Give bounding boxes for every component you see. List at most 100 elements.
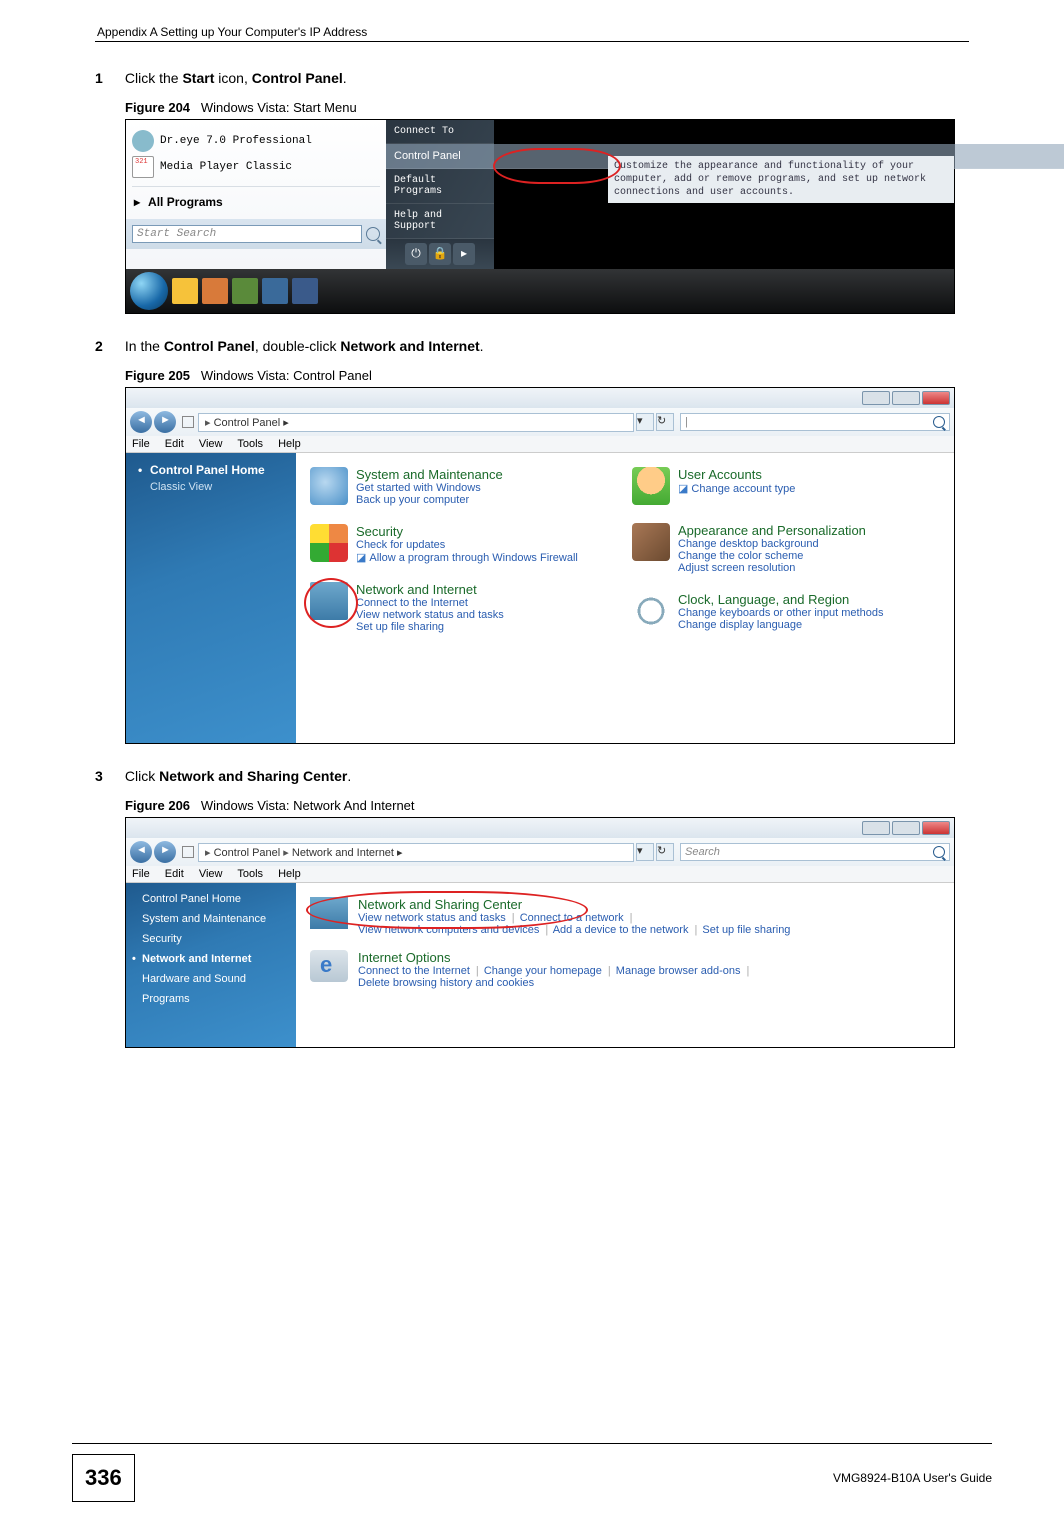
minimize-button[interactable]: [862, 391, 890, 405]
address-dropdown[interactable]: ▾: [636, 843, 654, 861]
menu-file[interactable]: File: [132, 438, 150, 450]
taskbar-icon[interactable]: [172, 278, 198, 304]
sidebar-home[interactable]: Control Panel Home: [142, 893, 284, 905]
menu-tools[interactable]: Tools: [237, 438, 263, 450]
category-title[interactable]: Network and Sharing Center: [358, 897, 792, 912]
task-link[interactable]: Delete browsing history and cookies: [358, 977, 534, 989]
category-network-sharing[interactable]: Network and Sharing Center View network …: [310, 897, 944, 936]
close-button[interactable]: [922, 821, 950, 835]
search-input[interactable]: Search: [680, 843, 950, 861]
task-link[interactable]: Change account type: [678, 482, 795, 495]
crumb[interactable]: Network and Internet: [283, 846, 394, 859]
sidebar-item-system[interactable]: System and Maintenance: [142, 913, 284, 925]
chevron-right-icon[interactable]: ▸: [453, 243, 475, 265]
task-link[interactable]: Add a device to the network: [553, 924, 689, 936]
recent-dropdown[interactable]: [182, 846, 194, 858]
task-link[interactable]: Change desktop background: [678, 538, 866, 550]
sidebar-home[interactable]: Control Panel Home: [138, 463, 284, 477]
task-link[interactable]: Connect to the Internet: [356, 597, 504, 609]
crumb[interactable]: Control Panel: [205, 416, 280, 429]
start-orb[interactable]: [130, 272, 168, 310]
recent-dropdown[interactable]: [182, 416, 194, 428]
task-link[interactable]: Connect to a network: [520, 912, 624, 924]
task-link[interactable]: Connect to the Internet: [358, 965, 470, 977]
start-recent-item[interactable]: Media Player Classic: [132, 156, 380, 178]
power-icon[interactable]: ⏻: [405, 243, 427, 265]
category-internet-options[interactable]: Internet Options Connect to the Internet…: [310, 950, 944, 989]
category-security[interactable]: Security Check for updates Allow a progr…: [310, 524, 632, 564]
menu-help[interactable]: Help: [278, 868, 301, 880]
category-title[interactable]: Appearance and Personalization: [678, 523, 866, 538]
back-button[interactable]: [130, 841, 152, 863]
all-programs-button[interactable]: All Programs: [134, 195, 380, 209]
task-link[interactable]: View network status and tasks: [356, 609, 504, 621]
menu-edit[interactable]: Edit: [165, 438, 184, 450]
start-right-item[interactable]: Help and Support: [386, 204, 494, 239]
task-link[interactable]: Back up your computer: [356, 494, 503, 506]
minimize-button[interactable]: [862, 821, 890, 835]
forward-button[interactable]: [154, 841, 176, 863]
sidebar-item-hardware[interactable]: Hardware and Sound: [142, 973, 284, 985]
taskbar-icon[interactable]: [232, 278, 258, 304]
menu-tools[interactable]: Tools: [237, 868, 263, 880]
security-icon: [310, 524, 348, 562]
category-title[interactable]: Security: [356, 524, 578, 539]
category-system[interactable]: System and Maintenance Get started with …: [310, 467, 632, 506]
maximize-button[interactable]: [892, 821, 920, 835]
task-link[interactable]: View network status and tasks: [358, 912, 506, 924]
task-link[interactable]: Manage browser add-ons: [616, 965, 741, 977]
internet-options-icon: [310, 950, 348, 982]
task-link[interactable]: Get started with Windows: [356, 482, 503, 494]
sidebar-item-network[interactable]: Network and Internet: [142, 953, 284, 965]
category-network[interactable]: Network and Internet Connect to the Inte…: [310, 582, 632, 633]
menu-help[interactable]: Help: [278, 438, 301, 450]
close-button[interactable]: [922, 391, 950, 405]
refresh-button[interactable]: ↻: [656, 413, 674, 431]
menu-file[interactable]: File: [132, 868, 150, 880]
crumb[interactable]: Control Panel: [205, 846, 280, 859]
category-title[interactable]: System and Maintenance: [356, 467, 503, 482]
category-users[interactable]: User Accounts Change account type: [632, 467, 954, 505]
start-recent-item[interactable]: Dr.eye 7.0 Professional: [132, 130, 380, 152]
start-search-input[interactable]: Start Search: [132, 225, 362, 243]
breadcrumb[interactable]: Control Panel Network and Internet ▸: [198, 843, 634, 862]
task-link[interactable]: Set up file sharing: [702, 924, 790, 936]
category-clock[interactable]: Clock, Language, and Region Change keybo…: [632, 592, 954, 631]
address-dropdown[interactable]: ▾: [636, 413, 654, 431]
breadcrumb[interactable]: Control Panel ▸: [198, 413, 634, 432]
task-link[interactable]: Set up file sharing: [356, 621, 504, 633]
task-link[interactable]: Allow a program through Windows Firewall: [356, 551, 578, 564]
maximize-button[interactable]: [892, 391, 920, 405]
sidebar-classic-view[interactable]: Classic View: [138, 481, 284, 493]
menu-view[interactable]: View: [199, 438, 223, 450]
category-appearance[interactable]: Appearance and Personalization Change de…: [632, 523, 954, 574]
category-title[interactable]: Internet Options: [358, 950, 751, 965]
menu-edit[interactable]: Edit: [165, 868, 184, 880]
taskbar-icon[interactable]: [202, 278, 228, 304]
search-input[interactable]: |: [680, 413, 950, 431]
taskbar-icon[interactable]: [262, 278, 288, 304]
task-link[interactable]: Change your homepage: [484, 965, 602, 977]
sidebar-item-programs[interactable]: Programs: [142, 993, 284, 1005]
back-button[interactable]: [130, 411, 152, 433]
task-link[interactable]: Change display language: [678, 619, 883, 631]
category-title[interactable]: User Accounts: [678, 467, 795, 482]
task-link[interactable]: View network computers and devices: [358, 924, 539, 936]
lock-icon[interactable]: 🔒: [429, 243, 451, 265]
separator: |: [694, 924, 697, 936]
search-icon[interactable]: [366, 227, 380, 241]
category-title[interactable]: Network and Internet: [356, 582, 504, 597]
menu-view[interactable]: View: [199, 868, 223, 880]
forward-button[interactable]: [154, 411, 176, 433]
text: In the: [125, 338, 164, 354]
sidebar-item-security[interactable]: Security: [142, 933, 284, 945]
refresh-button[interactable]: ↻: [656, 843, 674, 861]
task-link[interactable]: Change keyboards or other input methods: [678, 607, 883, 619]
start-right-item[interactable]: Default Programs: [386, 169, 494, 204]
category-title[interactable]: Clock, Language, and Region: [678, 592, 883, 607]
start-right-item[interactable]: Connect To: [386, 120, 494, 144]
task-link[interactable]: Change the color scheme: [678, 550, 866, 562]
task-link[interactable]: Adjust screen resolution: [678, 562, 866, 574]
taskbar-icon[interactable]: [292, 278, 318, 304]
task-link[interactable]: Check for updates: [356, 539, 578, 551]
